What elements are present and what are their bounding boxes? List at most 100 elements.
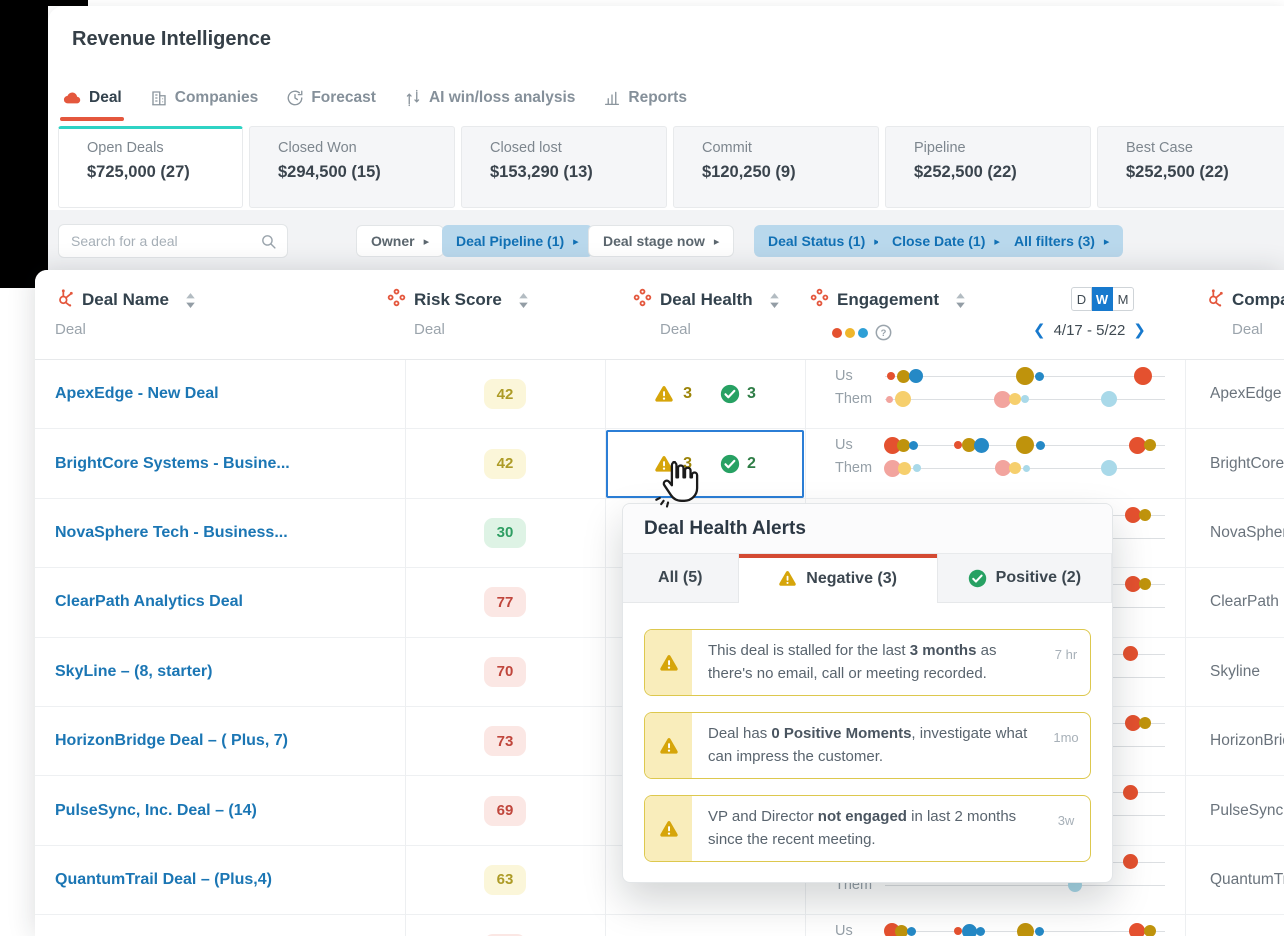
chip-label: Deal Status (1) <box>768 233 865 249</box>
summary-card-best-case[interactable]: Best Case$252,500 (22) <box>1097 126 1284 208</box>
column-label: Company <box>1232 290 1284 310</box>
column-header-risk-score[interactable]: Risk Score Deal <box>387 288 529 338</box>
filter-chip-close-date-1-[interactable]: Close Date (1)▸ <box>878 225 1014 257</box>
column-sub-label: Deal <box>1232 321 1284 338</box>
card-value: $252,500 (22) <box>1126 163 1284 182</box>
summary-card-closed-lost[interactable]: Closed lost $153,290 (13) <box>461 126 667 208</box>
deal-health-cell[interactable] <box>605 915 805 936</box>
negative-count: 3 <box>683 385 692 403</box>
period-option-w[interactable]: W <box>1092 287 1113 311</box>
help-icon[interactable]: ? <box>875 324 892 341</box>
column-header-deal-health[interactable]: Deal Health Deal <box>633 288 780 338</box>
engagement-dot <box>954 441 962 449</box>
tab-deal[interactable]: Deal <box>62 84 122 112</box>
tab-reports[interactable]: Reports <box>603 85 687 111</box>
cross-icon <box>810 288 829 312</box>
filter-chip-all-filters-3-[interactable]: All filters (3)▸ <box>1000 225 1123 257</box>
deal-name-link[interactable]: SkyLine – (8, starter) <box>55 638 212 706</box>
filter-chip-deal-status-1-[interactable]: Deal Status (1)▸ <box>754 225 894 257</box>
screen: Revenue Intelligence Deal Companies Foreca… <box>0 0 1284 936</box>
risk-score-badge: 63 <box>484 865 526 895</box>
summary-card-closed-won[interactable]: Closed Won$294,500 (15) <box>249 126 455 208</box>
risk-score-badge: 30 <box>484 518 526 548</box>
card-value: $294,500 (15) <box>278 163 454 182</box>
popup-header: Deal Health Alerts <box>623 504 1112 554</box>
engagement-dot <box>1036 441 1045 450</box>
risk-score-cell <box>470 915 540 936</box>
warning-icon <box>659 819 679 839</box>
card-label: Closed lost <box>490 140 666 156</box>
deal-health-cell[interactable]: 3 3 <box>605 360 805 428</box>
column-header-deal-name[interactable]: Deal Name Deal <box>55 288 196 338</box>
engagement-dot <box>1125 507 1141 523</box>
filter-chip-deal-pipeline-1-[interactable]: Deal Pipeline (1)▸ <box>442 225 593 257</box>
deal-name-link[interactable]: PulseSync, Inc. Deal – (14) <box>55 776 257 844</box>
engagement-cell[interactable]: Us Them <box>805 429 1185 497</box>
deal-name-link[interactable]: HorizonBridge Deal – ( Plus, 7) <box>55 707 288 775</box>
engagement-dot <box>1123 646 1138 661</box>
filter-chip-owner[interactable]: Owner▸ <box>356 225 444 257</box>
popup-tabs: All (5)Negative (3)Positive (2) <box>623 554 1112 603</box>
hubspot-sprocket-icon <box>55 288 74 312</box>
chip-label: Owner <box>371 233 415 249</box>
column-divider <box>605 270 606 936</box>
chevron-left-icon[interactable]: ❮ <box>1033 321 1046 339</box>
period-option-d[interactable]: D <box>1071 287 1092 311</box>
risk-score-cell: 63 <box>470 846 540 914</box>
company-cell: ClearPath <box>1210 568 1284 636</box>
deal-name-link[interactable]: QuantumTrail Deal – (Plus,4) <box>55 846 272 914</box>
engagement-legend: ? <box>832 324 892 341</box>
summary-card-pipeline[interactable]: Pipeline$252,500 (22) <box>885 126 1091 208</box>
engagement-dot <box>1134 367 1152 385</box>
popup-tab-positive-2-[interactable]: Positive (2) <box>938 554 1112 603</box>
alert-stripe <box>645 796 692 861</box>
sort-icon[interactable] <box>518 292 529 309</box>
card-value: $120,250 (9) <box>702 163 878 182</box>
search-input[interactable]: Search for a deal <box>58 224 288 258</box>
engagement-dot <box>913 464 921 472</box>
period-toggle[interactable]: DWM <box>1071 287 1134 311</box>
legend-dot <box>858 328 868 338</box>
card-value: $252,500 (22) <box>914 163 1090 182</box>
column-header-engagement[interactable]: Engagement <box>810 288 966 312</box>
column-header-company[interactable]: Company Deal <box>1205 288 1284 338</box>
risk-score-cell: 69 <box>470 776 540 844</box>
risk-score-badge: 70 <box>484 657 526 687</box>
engagement-cell[interactable]: Us Them <box>805 915 1185 936</box>
tab-forecast[interactable]: Forecast <box>286 85 376 111</box>
sort-icon[interactable] <box>769 292 780 309</box>
sort-icon[interactable] <box>955 292 966 309</box>
chip-label: Deal stage now <box>603 233 705 249</box>
engagement-us-label: Us <box>835 437 853 453</box>
sort-icon[interactable] <box>185 292 196 309</box>
table-row: Us Them <box>35 915 1284 936</box>
tab-ai-win-loss-analysis[interactable]: AI win/loss analysis <box>404 85 575 111</box>
popup-tab-negative-3-[interactable]: Negative (3) <box>739 554 938 603</box>
filter-chip-deal-stage-now[interactable]: Deal stage now▸ <box>588 225 734 257</box>
warning-icon <box>654 384 674 404</box>
summary-card-open-deals[interactable]: Open Deals$725,000 (27) <box>58 126 243 208</box>
table-row: ApexEdge - New Deal42 3 3 Us Them ApexEd… <box>35 360 1284 429</box>
deal-name-link[interactable]: NovaSphere Tech - Business... <box>55 499 288 567</box>
alert-card: This deal is stalled for the last 3 mont… <box>644 629 1091 696</box>
chevron-right-icon[interactable]: ❯ <box>1133 321 1146 339</box>
tab-label: Deal <box>89 89 122 107</box>
popup-tab-all-5-[interactable]: All (5) <box>623 554 739 603</box>
summary-card-commit[interactable]: Commit$120,250 (9) <box>673 126 879 208</box>
column-label: Deal Name <box>82 290 169 310</box>
column-divider <box>1185 270 1186 936</box>
card-value: $153,290 (13) <box>490 163 666 182</box>
deal-name-link[interactable]: ClearPath Analytics Deal <box>55 568 243 636</box>
summary-cards: Open Deals$725,000 (27)Closed Won$294,50… <box>58 126 1284 208</box>
engagement-dot <box>1101 391 1117 407</box>
engagement-cell[interactable]: Us Them <box>805 360 1185 428</box>
deal-name-link[interactable]: ApexEdge - New Deal <box>55 360 219 428</box>
risk-score-badge: 73 <box>484 726 526 756</box>
engagement-dot <box>886 396 893 403</box>
popup-alerts: This deal is stalled for the last 3 mont… <box>623 603 1112 862</box>
tab-companies[interactable]: Companies <box>150 85 259 111</box>
deal-name-link[interactable]: BrightCore Systems - Busine... <box>55 429 290 497</box>
period-option-m[interactable]: M <box>1113 287 1134 311</box>
page-title: Revenue Intelligence <box>72 28 271 51</box>
engagement-dot <box>1144 439 1156 451</box>
